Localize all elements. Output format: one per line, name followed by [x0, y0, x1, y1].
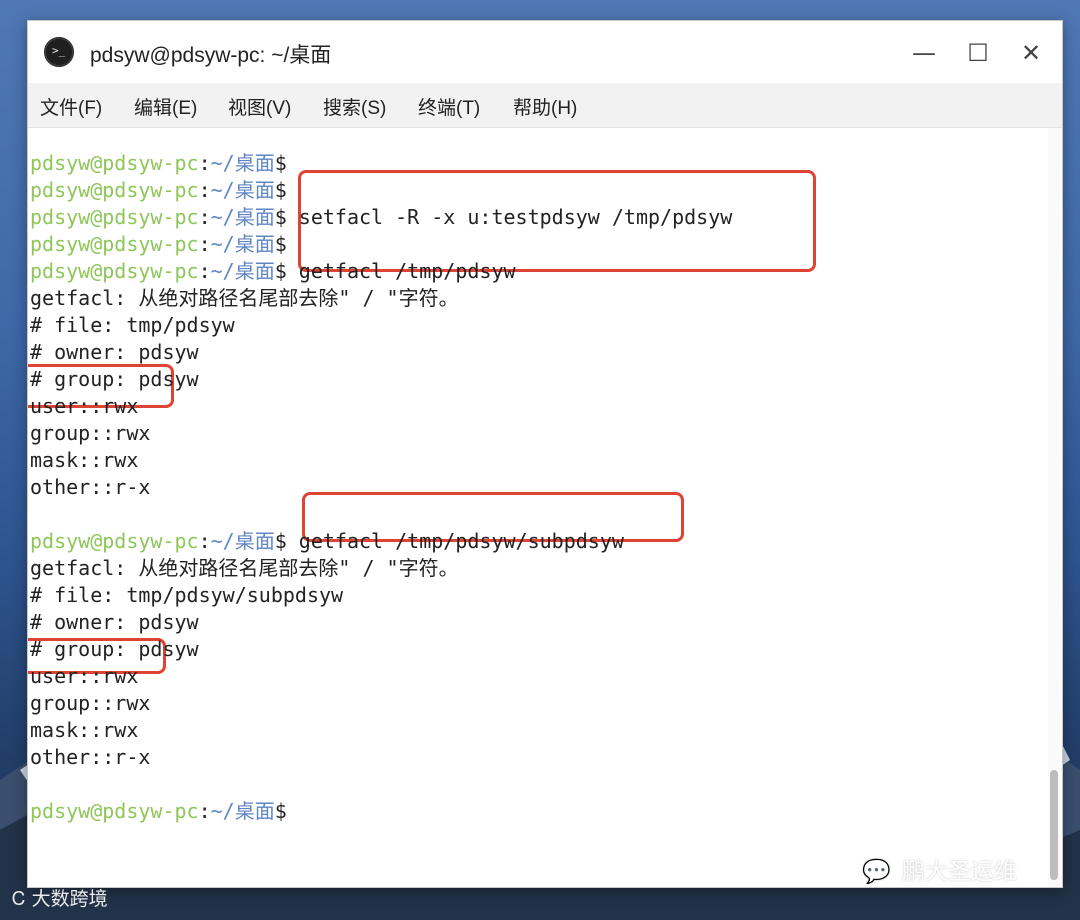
prompt-symbol: $	[274, 529, 287, 553]
menu-bar: 文件(F) 编辑(E) 视图(V) 搜索(S) 终端(T) 帮助(H)	[28, 83, 1062, 128]
menu-help[interactable]: 帮助(H)	[513, 93, 577, 120]
prompt-line: pdsyw@pdsyw-pc:~/桌面$ getfacl /tmp/pdsyw	[30, 258, 516, 285]
terminal-window: >_ pdsyw@pdsyw-pc: ~/桌面 — ☐ ✕ 文件(F) 编辑(E…	[27, 20, 1063, 888]
prompt-line: pdsyw@pdsyw-pc:~/桌面$	[30, 177, 287, 204]
output-line: group::rwx	[30, 421, 151, 445]
watermark-right: 💬 鹏大圣运维	[862, 852, 1017, 886]
prompt-path: ~/桌面	[210, 205, 275, 229]
output-line: # file: tmp/pdsyw/subpdsyw	[30, 583, 344, 607]
prompt-path: ~/桌面	[210, 259, 275, 283]
prompt-user-host: pdsyw@pdsyw-pc	[30, 178, 199, 202]
prompt-symbol: $	[274, 259, 287, 283]
watermark-right-text: 鹏大圣运维	[902, 859, 1017, 885]
prompt-user-host: pdsyw@pdsyw-pc	[30, 205, 199, 229]
output-line: # group: pdsyw	[30, 367, 199, 391]
close-icon: ✕	[1020, 39, 1042, 67]
command-text: getfacl /tmp/pdsyw/subpdsyw	[286, 529, 624, 553]
prompt-symbol: $	[274, 151, 287, 175]
output-line: # owner: pdsyw	[30, 340, 199, 364]
prompt-sep: :	[198, 205, 211, 229]
menu-search[interactable]: 搜索(S)	[323, 93, 386, 120]
prompt-symbol: $	[274, 232, 287, 256]
watermark-logo-icon: Ꮯ	[12, 888, 26, 910]
output-line: other::r-x	[30, 745, 151, 769]
watermark-left-text: 大数跨境	[31, 888, 108, 910]
prompt-user-host: pdsyw@pdsyw-pc	[30, 232, 199, 256]
title-bar[interactable]: >_ pdsyw@pdsyw-pc: ~/桌面 — ☐ ✕	[28, 21, 1062, 83]
close-button[interactable]: ✕	[1015, 37, 1047, 69]
prompt-sep: :	[198, 529, 211, 553]
output-line: user::rwx	[30, 394, 139, 418]
terminal-output[interactable]: pdsyw@pdsyw-pc:~/桌面$ pdsyw@pdsyw-pc:~/桌面$…	[28, 128, 1046, 887]
prompt-path: ~/桌面	[210, 151, 275, 175]
prompt-line: pdsyw@pdsyw-pc:~/桌面$	[30, 231, 287, 258]
output-line: # owner: pdsyw	[30, 610, 199, 634]
menu-edit[interactable]: 编辑(E)	[134, 93, 197, 120]
output-line: other::r-x	[30, 475, 151, 499]
prompt-path: ~/桌面	[210, 799, 275, 823]
scrollbar-thumb[interactable]	[1050, 770, 1058, 880]
prompt-sep: :	[198, 799, 211, 823]
output-line: mask::rwx	[30, 448, 139, 472]
maximize-icon: ☐	[967, 39, 989, 67]
prompt-symbol: $	[274, 799, 287, 823]
scrollbar[interactable]	[1048, 128, 1060, 887]
prompt-path: ~/桌面	[210, 178, 275, 202]
output-line: mask::rwx	[30, 718, 139, 742]
terminal-icon: >_	[44, 37, 74, 67]
prompt-user-host: pdsyw@pdsyw-pc	[30, 259, 199, 283]
prompt-symbol: $	[274, 205, 287, 229]
prompt-line: pdsyw@pdsyw-pc:~/桌面$ setfacl -R -x u:tes…	[30, 204, 732, 231]
command-text: getfacl /tmp/pdsyw	[286, 259, 516, 283]
prompt-user-host: pdsyw@pdsyw-pc	[30, 799, 199, 823]
watermark-left: Ꮯ 大数跨境	[12, 884, 108, 911]
prompt-user-host: pdsyw@pdsyw-pc	[30, 529, 199, 553]
prompt-symbol: $	[274, 178, 287, 202]
output-line: getfacl: 从绝对路径名尾部去除" / "字符。	[30, 556, 459, 580]
prompt-line: pdsyw@pdsyw-pc:~/桌面$	[30, 150, 287, 177]
menu-view[interactable]: 视图(V)	[228, 93, 291, 120]
prompt-sep: :	[198, 232, 211, 256]
output-line: # group: pdsyw	[30, 637, 199, 661]
output-line: # file: tmp/pdsyw	[30, 313, 235, 337]
prompt-sep: :	[198, 178, 211, 202]
command-text: setfacl -R -x u:testpdsyw /tmp/pdsyw	[286, 205, 733, 229]
output-line: group::rwx	[30, 691, 151, 715]
prompt-line: pdsyw@pdsyw-pc:~/桌面$ getfacl /tmp/pdsyw/…	[30, 528, 624, 555]
window-title: pdsyw@pdsyw-pc: ~/桌面	[90, 44, 332, 67]
prompt-path: ~/桌面	[210, 232, 275, 256]
wechat-icon: 💬	[862, 859, 891, 885]
output-line: getfacl: 从绝对路径名尾部去除" / "字符。	[30, 286, 459, 310]
prompt-path: ~/桌面	[210, 529, 275, 553]
prompt-line: pdsyw@pdsyw-pc:~/桌面$	[30, 798, 287, 825]
minimize-button[interactable]: —	[908, 37, 940, 69]
prompt-sep: :	[198, 259, 211, 283]
menu-terminal[interactable]: 终端(T)	[418, 93, 480, 120]
prompt-sep: :	[198, 151, 211, 175]
prompt-user-host: pdsyw@pdsyw-pc	[30, 151, 199, 175]
minimize-icon: —	[912, 39, 936, 67]
menu-file[interactable]: 文件(F)	[40, 93, 102, 120]
output-line: user::rwx	[30, 664, 139, 688]
maximize-button[interactable]: ☐	[962, 37, 994, 69]
